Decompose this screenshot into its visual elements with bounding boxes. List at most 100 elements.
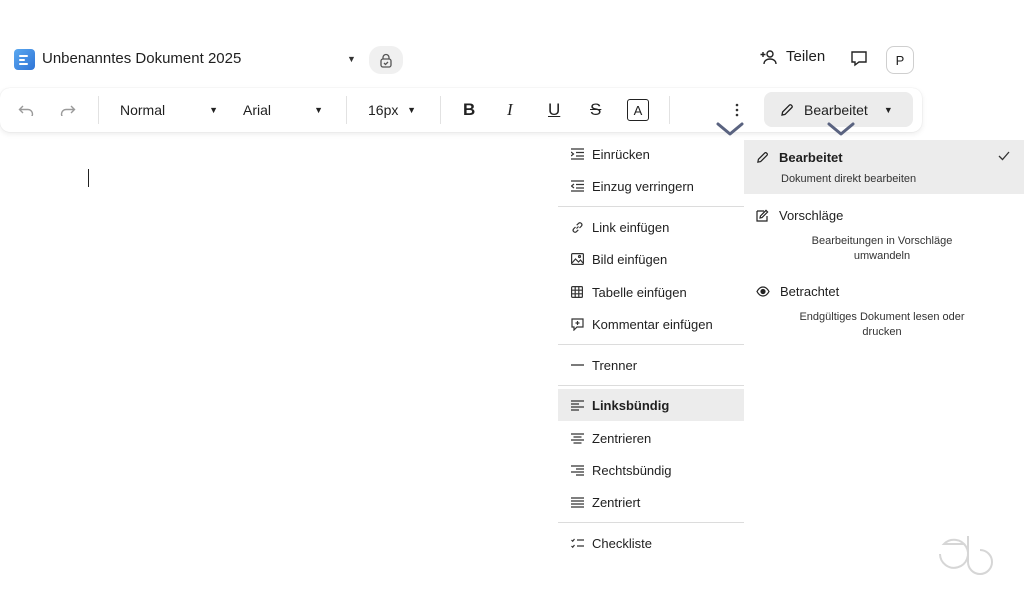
mode-title: Bearbeitet (779, 150, 843, 165)
indent-icon (570, 147, 584, 161)
strikethrough-icon: S (590, 100, 602, 119)
underline-button[interactable]: U (548, 88, 560, 132)
toolbar-divider (346, 96, 347, 124)
editing-mode-label: Bearbeitet (804, 101, 868, 118)
menu-item-align-center[interactable]: Zentrieren (558, 422, 744, 454)
chevron-down-icon: ▼ (314, 105, 323, 115)
mode-option-editing[interactable]: Bearbeitet Dokument direkt bearbeiten (744, 140, 1024, 194)
menu-item-label: Kommentar einfügen (592, 316, 713, 332)
comment-icon (851, 51, 867, 67)
document-status-button[interactable] (369, 46, 403, 74)
bold-icon: B (463, 100, 476, 119)
share-button[interactable]: Teilen (760, 48, 825, 65)
menu-item-label: Einzug verringern (592, 178, 694, 194)
font-size-dropdown[interactable]: 16px ▼ (368, 88, 416, 132)
paragraph-style-value: Normal (120, 102, 166, 118)
pencil-icon (781, 103, 793, 116)
menu-item-label: Einrücken (592, 146, 650, 162)
paragraph-style-dropdown[interactable]: Normal ▼ (120, 88, 218, 132)
mode-option-suggesting[interactable]: Vorschläge Bearbeitungen in Vorschläge u… (744, 200, 1024, 270)
menu-item-checklist[interactable]: Checkliste (558, 527, 744, 559)
chevron-down-icon: ▼ (407, 105, 416, 115)
redo-icon (60, 105, 76, 116)
check-icon (998, 151, 1010, 161)
font-family-value: Arial (243, 102, 272, 118)
outdent-icon (570, 179, 584, 193)
watermark-logo (939, 536, 993, 575)
menu-item-align-right[interactable]: Rechtsbündig (558, 454, 744, 486)
menu-item-label: Trenner (592, 357, 638, 373)
suggest-icon (756, 209, 769, 222)
menu-item-label: Checkliste (592, 535, 652, 551)
menu-item-outdent[interactable]: Einzug verringern (558, 170, 744, 202)
menu-item-label: Bild einfügen (592, 251, 668, 267)
menu-item-label: Zentrieren (592, 430, 652, 446)
comments-button[interactable] (850, 50, 868, 72)
table-icon (570, 285, 584, 299)
add-person-icon (760, 49, 777, 64)
text-cursor (88, 169, 89, 187)
chevron-marker-icon (827, 122, 855, 136)
text-color-button[interactable]: A (627, 88, 649, 132)
eye-icon (756, 286, 770, 297)
toolbar-divider (669, 96, 670, 124)
menu-divider (558, 385, 744, 386)
share-label: Teilen (786, 48, 826, 65)
divider-icon (570, 358, 584, 372)
menu-item-label: Linksbündig (592, 397, 670, 413)
mode-option-viewing[interactable]: Betrachtet Endgültiges Dokument lesen od… (744, 276, 1024, 346)
toolbar-divider (98, 96, 99, 124)
image-icon (570, 252, 584, 266)
chevron-down-icon: ▼ (209, 105, 218, 115)
menu-item-label: Tabelle einfügen (592, 284, 687, 300)
user-avatar[interactable]: P (886, 46, 914, 74)
bold-button[interactable]: B (463, 88, 475, 132)
font-family-dropdown[interactable]: Arial ▼ (243, 88, 323, 132)
link-icon (570, 220, 584, 234)
strikethrough-button[interactable]: S (590, 88, 601, 132)
italic-icon: I (507, 100, 513, 119)
menu-item-label: Zentriert (592, 494, 641, 510)
menu-item-label: Link einfügen (592, 219, 670, 235)
redo-button[interactable] (60, 88, 76, 132)
font-size-value: 16px (368, 102, 399, 118)
pencil-icon (757, 152, 768, 163)
formatting-toolbar: Normal ▼ Arial ▼ 16px ▼ B I U S A Bearbe… (0, 88, 922, 132)
docs-app-icon (14, 49, 35, 70)
menu-divider (558, 344, 744, 345)
menu-item-align-left[interactable]: Linksbündig (558, 389, 744, 421)
menu-item-label: Rechtsbündig (592, 462, 672, 478)
toolbar-divider (440, 96, 441, 124)
lock-icon (380, 53, 392, 68)
text-color-icon: A (627, 99, 649, 121)
editing-mode-menu: Bearbeitet Dokument direkt bearbeiten Vo… (744, 140, 1024, 350)
menu-item-insert-table[interactable]: Tabelle einfügen (558, 276, 744, 308)
menu-item-insert-link[interactable]: Link einfügen (558, 211, 744, 243)
mode-title: Betrachtet (780, 284, 840, 299)
title-dropdown-icon[interactable]: ▼ (347, 54, 356, 64)
undo-button[interactable] (18, 88, 34, 132)
comment-add-icon (570, 317, 584, 331)
menu-item-insert-image[interactable]: Bild einfügen (558, 243, 744, 275)
more-vertical-icon (735, 103, 739, 117)
align-left-icon (570, 398, 584, 412)
more-options-menu: Einrücken Einzug verringern Link einfüge… (558, 138, 744, 562)
align-center-icon (570, 431, 584, 445)
document-title[interactable]: Unbenanntes Dokument 2025 (42, 50, 241, 67)
chevron-down-icon: ▼ (883, 104, 893, 115)
menu-item-insert-comment[interactable]: Kommentar einfügen (558, 308, 744, 340)
mode-description: Bearbeitungen in Vorschläge umwandeln (811, 235, 953, 262)
menu-divider (558, 522, 744, 523)
align-justify-icon (570, 495, 584, 509)
chevron-marker-icon (716, 122, 744, 136)
menu-item-indent[interactable]: Einrücken (558, 138, 744, 170)
menu-item-justify[interactable]: Zentriert (558, 486, 744, 518)
mode-title: Vorschläge (779, 208, 844, 223)
underline-icon: U (548, 100, 561, 119)
mode-description: Dokument direkt bearbeiten (781, 173, 917, 185)
mode-description: Endgültiges Dokument lesen oder drucken (799, 311, 965, 338)
undo-icon (18, 105, 34, 116)
menu-divider (558, 206, 744, 207)
italic-button[interactable]: I (507, 88, 513, 132)
menu-item-divider[interactable]: Trenner (558, 349, 744, 381)
